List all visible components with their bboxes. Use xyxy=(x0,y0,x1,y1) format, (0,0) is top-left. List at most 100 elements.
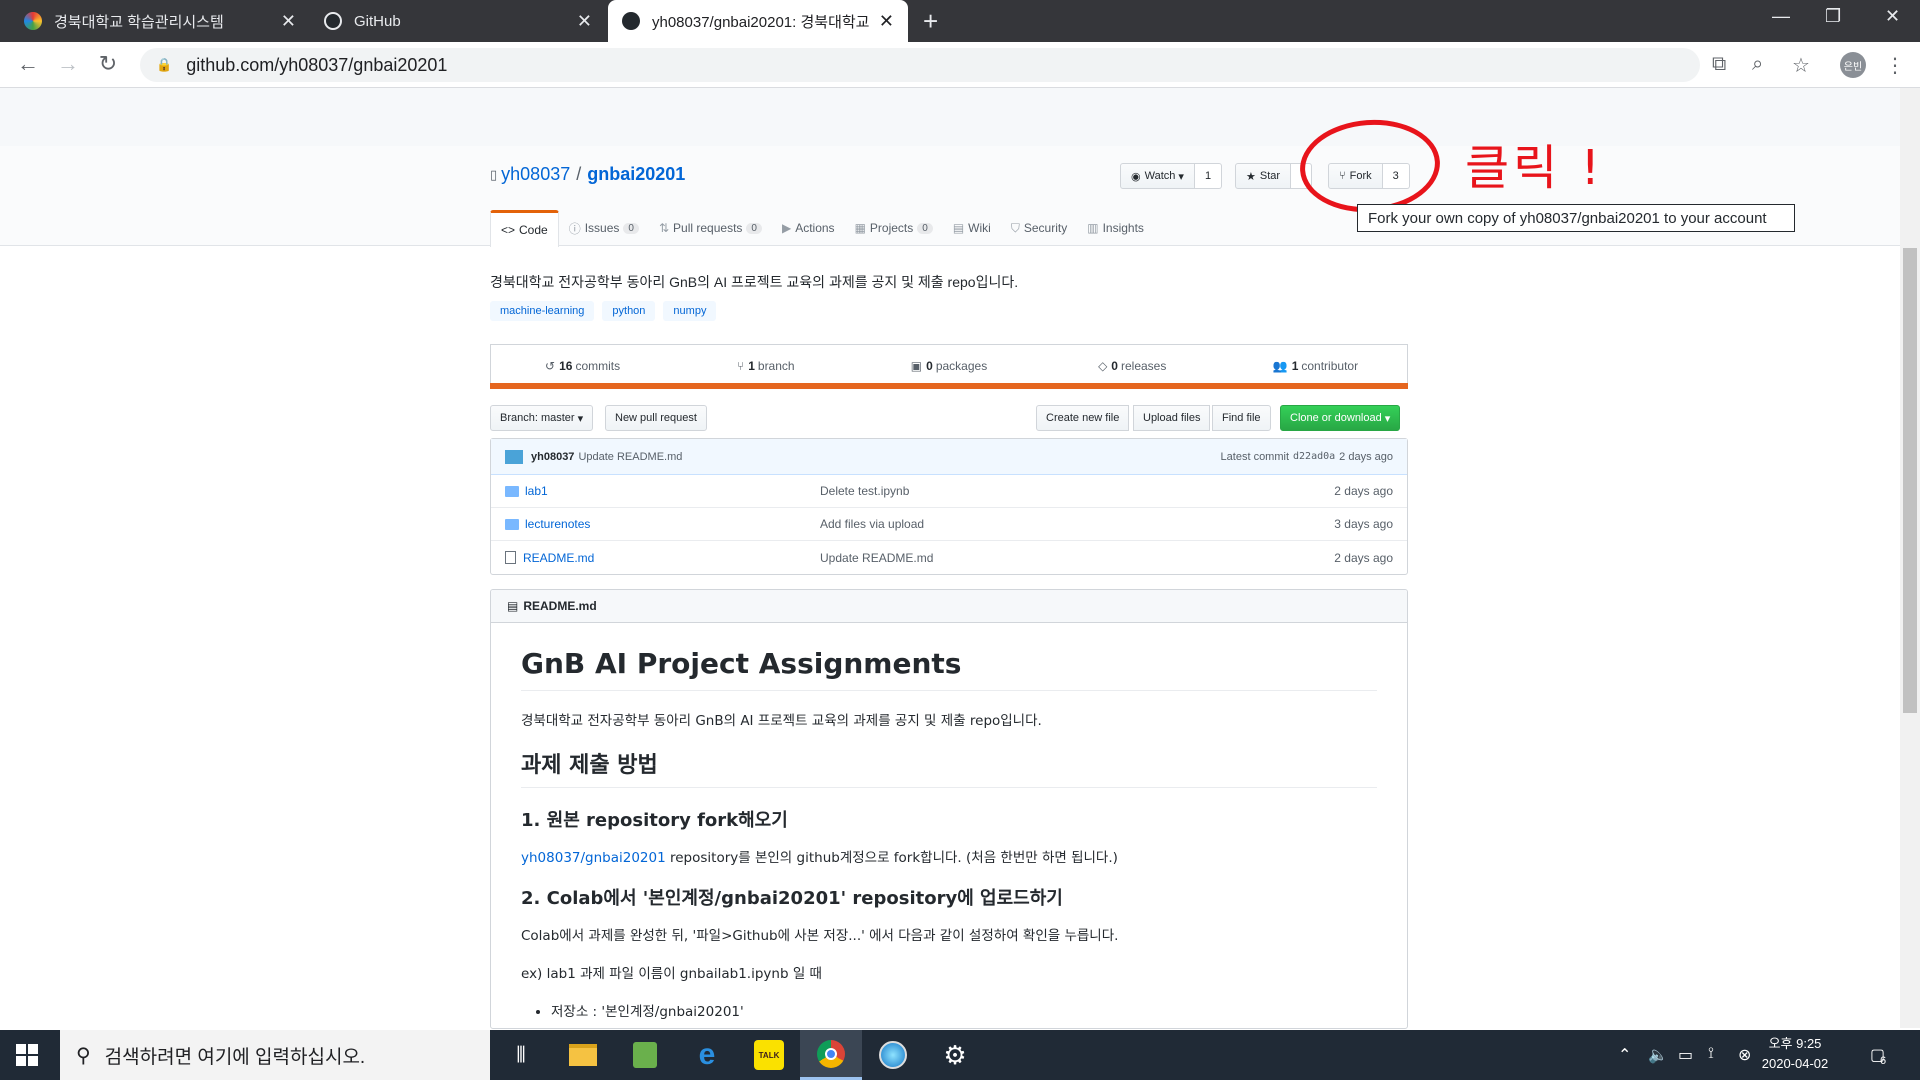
forward-icon[interactable]: → xyxy=(54,51,82,77)
tab-code[interactable]: <> Code xyxy=(490,210,559,247)
step2-heading: 2. Colab에서 '본인계정/gnbai20201' repository에… xyxy=(521,888,1063,909)
watch-count[interactable]: 1 xyxy=(1194,163,1223,189)
browser-tab-github[interactable]: GitHub ✕ xyxy=(310,0,606,42)
commit-time: 2 days ago xyxy=(1339,450,1393,463)
tab-wiki[interactable]: ▤ Wiki xyxy=(943,210,1001,246)
file-name-link[interactable]: README.md xyxy=(523,551,594,565)
task-view-icon[interactable]: ⫴ xyxy=(490,1030,552,1080)
settings-gear-icon[interactable]: ⚙ xyxy=(924,1030,986,1080)
no-input-icon[interactable]: ⊗ xyxy=(1738,1045,1751,1065)
kakaotalk-icon[interactable]: TALK xyxy=(738,1030,800,1080)
branches-link[interactable]: ⑂ 1 branch xyxy=(674,345,857,386)
chevron-up-icon[interactable]: ⌃ xyxy=(1618,1045,1631,1065)
repo-name-link[interactable]: gnbai20201 xyxy=(587,164,685,185)
close-window-icon[interactable]: ✕ xyxy=(1885,6,1900,27)
battery-icon[interactable]: ▭ xyxy=(1678,1045,1693,1065)
file-name-link[interactable]: lecturenotes xyxy=(525,517,590,531)
star-button[interactable]: ★ Star xyxy=(1235,163,1292,189)
tab-label: Pull requests xyxy=(673,221,743,235)
topic-tag[interactable]: python xyxy=(602,301,656,321)
zoom-icon[interactable]: ⌕ xyxy=(1752,53,1763,76)
readme-content: GnB AI Project Assignments 경북대학교 전자공학부 동… xyxy=(491,623,1407,1020)
releases-link[interactable]: ◇ 0 releases xyxy=(1041,345,1224,386)
wifi-icon[interactable]: ⟟ xyxy=(1708,1045,1714,1063)
clone-download-button[interactable]: Clone or download ▾ xyxy=(1280,405,1401,431)
commit-sha[interactable]: d22ad0a xyxy=(1293,451,1335,462)
repo-link[interactable]: yh08037/gnbai20201 xyxy=(521,850,666,866)
commit-message[interactable]: Update README.md xyxy=(578,451,682,463)
topic-tag[interactable]: machine-learning xyxy=(490,301,595,321)
tab-pull-requests[interactable]: ⇅ Pull requests 0 xyxy=(649,210,772,246)
menu-icon[interactable]: ⋮ xyxy=(1885,53,1905,78)
bookmark-star-icon[interactable]: ☆ xyxy=(1792,53,1810,78)
url-text: github.com/yh08037/gnbai20201 xyxy=(186,54,448,75)
language-bar[interactable] xyxy=(490,383,1408,389)
lms-favicon-icon xyxy=(24,12,42,30)
app-globe-icon[interactable] xyxy=(862,1030,924,1080)
tab-insights[interactable]: ▥ Insights xyxy=(1077,210,1154,246)
tab-label: Issues xyxy=(584,221,620,235)
close-tab-icon[interactable]: ✕ xyxy=(577,11,592,32)
notification-center-icon[interactable]: ▢ 6 xyxy=(1870,1045,1886,1067)
repo-owner-link[interactable]: yh08037 xyxy=(501,164,570,185)
upload-files-button[interactable]: Upload files xyxy=(1133,405,1211,431)
commits-link[interactable]: ↺ 16 commits xyxy=(491,345,674,386)
file-explorer-icon[interactable] xyxy=(552,1030,614,1080)
close-tab-icon[interactable]: ✕ xyxy=(281,11,296,32)
profile-avatar[interactable]: 은빈 xyxy=(1840,52,1866,78)
contributors-link[interactable]: 👥 1 contributor xyxy=(1224,345,1407,386)
new-tab-button[interactable]: + xyxy=(923,8,938,34)
back-icon[interactable]: ← xyxy=(14,51,42,77)
start-button[interactable] xyxy=(16,1044,38,1066)
notepad-icon[interactable] xyxy=(614,1030,676,1080)
page-top-band xyxy=(0,88,1900,146)
file-name-link[interactable]: lab1 xyxy=(525,484,548,498)
branch-icon: ⑂ xyxy=(737,358,745,373)
close-tab-icon[interactable]: ✕ xyxy=(879,11,894,32)
windows-taskbar: ⚲ 검색하려면 여기에 입력하십시오. ⫴ e TALK ⚙ ⌃ 🔈 ▭ ⟟ ⊗… xyxy=(0,1030,1920,1080)
branch-label: Branch: master xyxy=(500,412,575,424)
tab-title: yh08037/gnbai20201: 경북대학교 xyxy=(652,13,869,31)
file-age: 2 days ago xyxy=(1334,550,1393,565)
tab-security[interactable]: ⛉ Security xyxy=(1001,210,1077,246)
taskbar-clock[interactable]: 오후 9:25 2020-04-02 xyxy=(1755,1034,1835,1074)
tab-label: Projects xyxy=(869,221,914,235)
tab-count: 0 xyxy=(746,222,762,234)
lock-icon: 🔒 xyxy=(156,57,173,72)
step1-text: repository를 본인의 github계정으로 fork합니다. (처음 … xyxy=(665,850,1118,866)
file-commit-message[interactable]: Add files via upload xyxy=(820,517,1334,531)
scrollbar-thumb[interactable] xyxy=(1903,248,1917,713)
browser-tab-repo[interactable]: yh08037/gnbai20201: 경북대학교 ✕ xyxy=(608,0,908,42)
reload-icon[interactable]: ↻ xyxy=(94,51,122,77)
address-bar[interactable]: 🔒 github.com/yh08037/gnbai20201 xyxy=(140,48,1700,82)
avatar[interactable] xyxy=(505,449,523,464)
step2-paragraph: Colab에서 과제를 완성한 뒤, '파일>Github에 사본 저장...'… xyxy=(521,928,1119,944)
tab-actions[interactable]: ▶ Actions xyxy=(772,210,845,246)
tab-projects[interactable]: ▦ Projects 0 xyxy=(845,210,943,246)
find-file-button[interactable]: Find file xyxy=(1212,405,1271,431)
topic-tag[interactable]: numpy xyxy=(663,301,717,321)
watch-button[interactable]: ◉ Watch ▾ xyxy=(1120,163,1195,189)
star-icon: ★ xyxy=(1246,170,1256,183)
minimize-icon[interactable]: — xyxy=(1772,6,1790,27)
new-pull-request-button[interactable]: New pull request xyxy=(605,405,707,431)
branch-select[interactable]: Branch: master ▾ xyxy=(490,405,594,431)
latest-commit-row: yh08037 Update README.md Latest commit d… xyxy=(491,439,1407,475)
translate-icon[interactable]: ⧉ xyxy=(1712,53,1726,76)
volume-icon[interactable]: 🔈 xyxy=(1648,1045,1668,1065)
file-commit-message[interactable]: Delete test.ipynb xyxy=(820,484,1334,498)
internet-explorer-icon[interactable]: e xyxy=(676,1030,738,1080)
browser-tab-lms[interactable]: 경북대학교 학습관리시스템 ✕ xyxy=(10,0,310,42)
people-icon: 👥 xyxy=(1272,358,1288,373)
tab-issues[interactable]: ⓘ Issues 0 xyxy=(559,210,649,246)
summary-number: 0 xyxy=(1111,358,1118,373)
taskbar-search-input[interactable]: ⚲ 검색하려면 여기에 입력하십시오. xyxy=(60,1030,490,1080)
summary-label: commits xyxy=(575,358,621,373)
packages-link[interactable]: ▣ 0 packages xyxy=(857,345,1040,386)
restore-icon[interactable]: ❐ xyxy=(1825,6,1841,27)
commit-author[interactable]: yh08037 xyxy=(531,451,574,463)
table-row: lab1 Delete test.ipynb 2 days ago xyxy=(491,475,1407,508)
create-new-file-button[interactable]: Create new file xyxy=(1036,405,1130,431)
chrome-icon[interactable] xyxy=(800,1030,862,1080)
file-commit-message[interactable]: Update README.md xyxy=(820,551,1334,565)
